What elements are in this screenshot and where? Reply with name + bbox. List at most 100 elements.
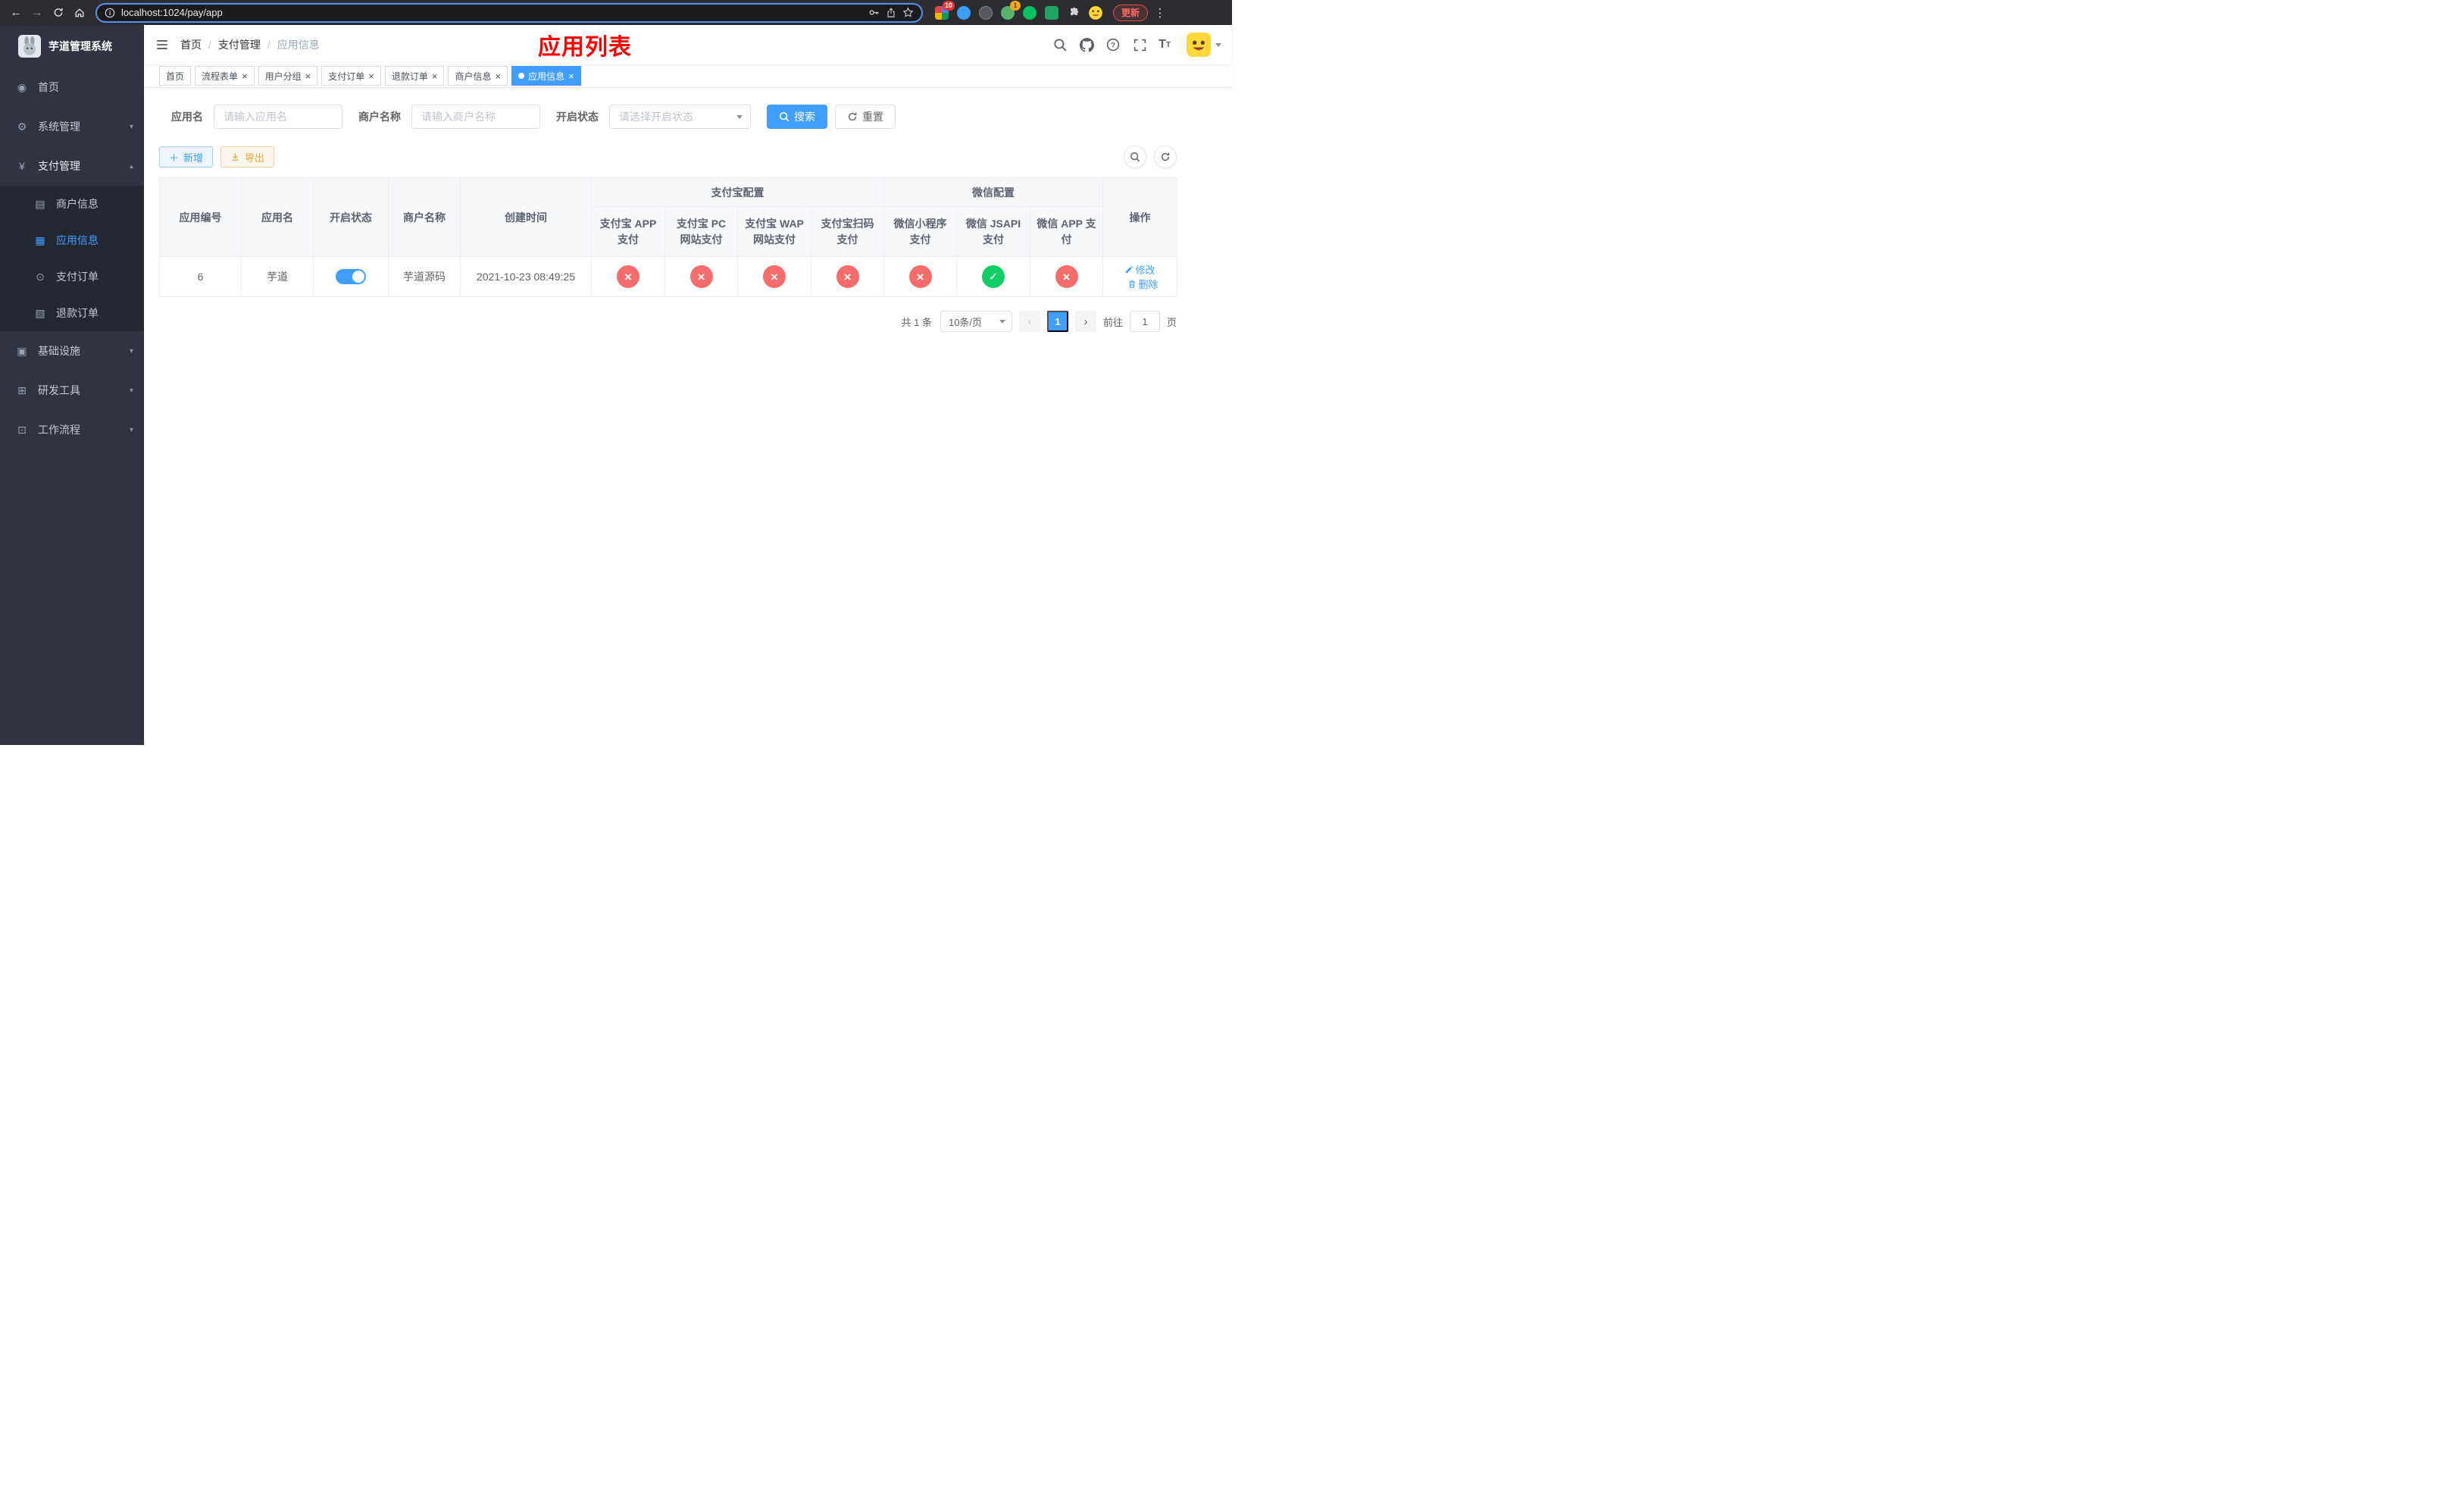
browser-avatar-emoji[interactable]: [1087, 5, 1104, 21]
sidebar-item-home[interactable]: ◉ 首页: [0, 67, 144, 107]
chevron-down-icon: ▾: [129, 386, 133, 395]
select-caret-icon: [736, 114, 743, 119]
top-navbar: 首页 / 支付管理 / 应用信息 应用列表 ? T T: [144, 25, 1232, 64]
sidebar-item-label: 研发工具: [38, 384, 80, 396]
tab-refund-orders[interactable]: 退款订单 ×: [384, 66, 445, 86]
tab-close-icon[interactable]: ×: [305, 71, 311, 81]
trash-icon: [1129, 280, 1136, 288]
plus-icon: ＋: [169, 152, 180, 164]
sidebar-item-app-info[interactable]: ▦ 应用信息: [0, 222, 144, 258]
tab-user-group[interactable]: 用户分组 ×: [258, 66, 318, 86]
extension-profile-icon[interactable]: 1: [999, 0, 1021, 21]
sidebar-item-pay-orders[interactable]: ⊙ 支付订单: [0, 258, 144, 295]
tab-merchant-info[interactable]: 商户信息 ×: [448, 66, 508, 86]
refresh-table-button[interactable]: [1154, 146, 1177, 168]
screen: ← → localhost:1024/pay/app 10 1 更新 ⋮ 芋道管…: [0, 0, 1232, 745]
sidebar-item-label: 应用信息: [56, 234, 98, 246]
download-icon: [232, 153, 239, 161]
col-merchant: 商户名称: [388, 177, 461, 257]
export-button-label: 导出: [245, 152, 265, 164]
select-caret-icon: [999, 319, 1005, 324]
breadcrumb-separator: /: [208, 39, 211, 51]
sidebar-item-merchant-info[interactable]: ▤ 商户信息: [0, 186, 144, 222]
sidebar-item-workflow[interactable]: ⊡ 工作流程 ▾: [0, 410, 144, 449]
extensions-puzzle-icon[interactable]: [1065, 5, 1082, 21]
url-text[interactable]: localhost:1024/pay/app: [121, 7, 862, 18]
extension-blue-icon[interactable]: [955, 5, 972, 21]
sidebar-logo[interactable]: 芋道管理系统: [0, 25, 144, 67]
export-button[interactable]: 导出: [220, 146, 275, 167]
tab-process-form[interactable]: 流程表单 ×: [195, 66, 255, 86]
breadcrumb-home[interactable]: 首页: [180, 37, 202, 52]
workflow-icon: ⊡: [17, 423, 27, 436]
breadcrumb: 首页 / 支付管理 / 应用信息: [180, 37, 320, 52]
reset-icon: [848, 112, 857, 121]
browser-update-button[interactable]: 更新: [1113, 4, 1149, 21]
sidebar-item-infrastructure[interactable]: ▣ 基础设施 ▾: [0, 331, 144, 371]
github-icon[interactable]: [1079, 37, 1094, 52]
extension-dark-icon[interactable]: [977, 5, 994, 21]
tab-close-icon[interactable]: ×: [432, 71, 438, 81]
prev-page-button[interactable]: ‹: [1018, 311, 1040, 332]
font-size-icon[interactable]: TT: [1159, 39, 1171, 51]
tab-close-icon[interactable]: ×: [495, 71, 501, 81]
sidebar-item-refund-orders[interactable]: ▧ 退款订单: [0, 295, 144, 331]
help-icon[interactable]: ?: [1105, 37, 1121, 52]
user-avatar[interactable]: [1187, 33, 1221, 57]
browser-refresh-button[interactable]: [48, 3, 68, 23]
extension-wechat-icon[interactable]: [1021, 5, 1038, 21]
col-wx-app: 微信 APP 支付: [1030, 206, 1103, 257]
browser-menu-icon[interactable]: ⋮: [1152, 6, 1168, 20]
merchant-name-input[interactable]: [411, 105, 540, 129]
password-key-icon[interactable]: [868, 7, 880, 18]
tab-home[interactable]: 首页: [159, 66, 192, 86]
add-button[interactable]: ＋ 新增: [159, 146, 214, 167]
tab-label: 应用信息: [528, 70, 565, 82]
reset-button[interactable]: 重置: [835, 105, 896, 129]
page-number-button[interactable]: 1: [1046, 311, 1068, 332]
browser-forward-button[interactable]: →: [27, 3, 47, 23]
extension-green-square-icon[interactable]: [1043, 5, 1060, 21]
tab-close-icon[interactable]: ×: [242, 71, 248, 81]
status-toggle[interactable]: [336, 269, 366, 284]
tab-label: 商户信息: [455, 70, 492, 82]
bookmark-star-icon[interactable]: [902, 7, 914, 18]
breadcrumb-separator: /: [267, 39, 270, 51]
tab-close-icon[interactable]: ×: [568, 71, 574, 81]
tab-pay-orders[interactable]: 支付订单 ×: [321, 66, 381, 86]
hide-search-button[interactable]: [1124, 146, 1146, 168]
col-alipay-wap: 支付宝 WAP 网站支付: [737, 206, 811, 257]
browser-home-button[interactable]: [70, 3, 89, 23]
edit-link[interactable]: 修改: [1124, 262, 1155, 277]
next-page-button[interactable]: ›: [1074, 311, 1096, 332]
status-select[interactable]: 请选择开启状态: [609, 105, 751, 129]
fullscreen-icon[interactable]: [1132, 37, 1147, 52]
goto-page-input[interactable]: [1129, 311, 1160, 332]
dashboard-icon: ◉: [17, 80, 27, 93]
share-icon[interactable]: [886, 7, 896, 18]
grid-icon: ▦: [35, 233, 45, 246]
browser-back-button[interactable]: ←: [6, 3, 26, 23]
extension-grid-icon[interactable]: 10: [933, 0, 955, 21]
sidebar-item-system[interactable]: ⚙ 系统管理 ▾: [0, 107, 144, 146]
breadcrumb-current: 应用信息: [277, 39, 320, 51]
refresh-icon: [54, 8, 63, 17]
refresh-icon: [1161, 152, 1170, 161]
address-bar[interactable]: localhost:1024/pay/app: [95, 2, 923, 23]
site-info-icon[interactable]: [105, 8, 115, 18]
breadcrumb-payment[interactable]: 支付管理: [218, 37, 261, 52]
edit-link-label: 修改: [1135, 265, 1155, 276]
sidebar-item-dev-tools[interactable]: ⊞ 研发工具 ▾: [0, 371, 144, 410]
page-size-select[interactable]: 10条/页: [940, 311, 1012, 332]
tab-app-info[interactable]: 应用信息 ×: [511, 66, 581, 86]
delete-link[interactable]: 删除: [1127, 277, 1159, 291]
tab-close-icon[interactable]: ×: [368, 71, 374, 81]
sidebar-item-payment[interactable]: ¥ 支付管理 ▾: [0, 146, 144, 186]
tab-label: 支付订单: [328, 70, 365, 82]
header-search-icon[interactable]: [1052, 37, 1068, 52]
search-button[interactable]: 搜索: [767, 105, 827, 129]
cell-created: 2021-10-23 08:49:25: [460, 256, 592, 297]
app-name-input[interactable]: [214, 105, 342, 129]
sidebar-toggle-button[interactable]: [144, 38, 180, 52]
blue-drop-icon: [957, 5, 971, 20]
